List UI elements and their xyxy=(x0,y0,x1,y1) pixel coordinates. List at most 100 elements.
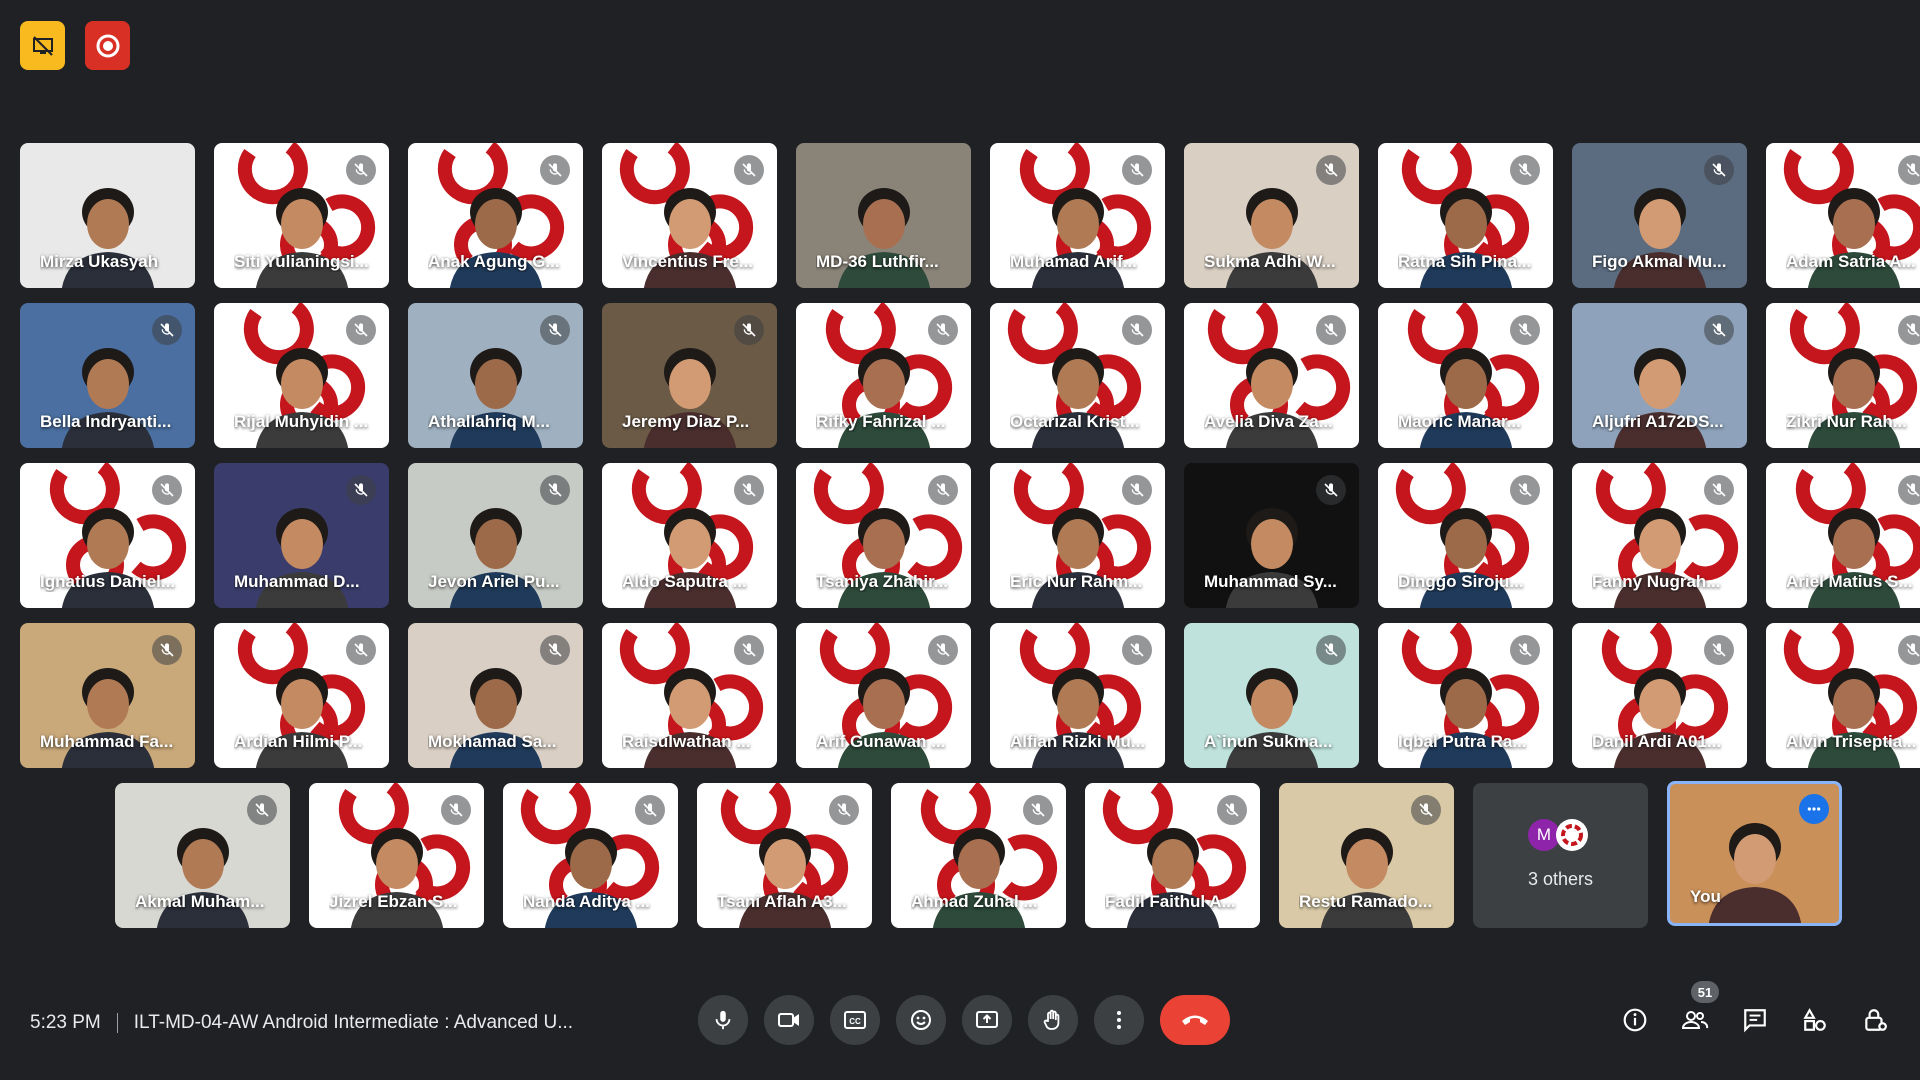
participant-name: Nanda Aditya ... xyxy=(523,892,650,911)
mic-off-glyph xyxy=(1712,163,1726,177)
participant-face xyxy=(86,359,129,409)
mic-off-icon xyxy=(346,155,376,185)
participant-tile[interactable]: Rifky Fahrizal ... xyxy=(796,303,971,448)
participant-name: MD-36 Luthfir... xyxy=(816,252,939,271)
participant-tile[interactable]: Jevon Ariel Pu... xyxy=(408,463,583,608)
mic-off-icon xyxy=(540,315,570,345)
participant-grid: Mirza Ukasyah Siti Yulianingsi... Anak Agu… xyxy=(0,0,1920,1000)
mic-off-glyph xyxy=(1712,323,1726,337)
participant-tile[interactable]: Rijal Muhyidin ... xyxy=(214,303,389,448)
mic-off-icon xyxy=(1411,795,1441,825)
participant-tile[interactable]: Restu Ramado... xyxy=(1279,783,1454,928)
participant-tile[interactable]: Muhamad Arif... xyxy=(990,143,1165,288)
camera-button[interactable] xyxy=(764,995,814,1045)
participant-tile[interactable]: Mirza Ukasyah xyxy=(20,143,195,288)
participant-tile[interactable]: Ratna Sih Pina... xyxy=(1378,143,1553,288)
present-button[interactable] xyxy=(962,995,1012,1045)
host-controls-button[interactable] xyxy=(1850,995,1900,1045)
participant-tile[interactable]: A`inun Sukma... xyxy=(1184,623,1359,768)
participant-tile[interactable]: Sukma Adhi W... xyxy=(1184,143,1359,288)
participant-name: Aldo Saputra ... xyxy=(622,572,747,591)
bottom-bar: 5:23 PM ILT-MD-04-AW Android Intermediat… xyxy=(0,970,1920,1080)
participant-face xyxy=(1733,834,1776,884)
others-tile[interactable]: M 3 others xyxy=(1473,783,1648,928)
hang-up-button[interactable] xyxy=(1160,995,1230,1045)
meeting-title[interactable]: ILT-MD-04-AW Android Intermediate : Adva… xyxy=(134,1012,573,1034)
participant-tile[interactable]: Muhammad Sy... xyxy=(1184,463,1359,608)
participant-tile[interactable]: Bella Indryanti... xyxy=(20,303,195,448)
participant-tile[interactable]: MD-36 Luthfir... xyxy=(796,143,971,288)
participant-face xyxy=(86,679,129,729)
participant-name: Sukma Adhi W... xyxy=(1204,252,1336,271)
participant-tile[interactable]: Fanny Nugrah... xyxy=(1572,463,1747,608)
raise-hand-icon xyxy=(1043,1009,1060,1030)
chat-button[interactable] xyxy=(1730,995,1780,1045)
participant-name: Alvin Triseptia... xyxy=(1786,732,1917,751)
mic-off-icon xyxy=(346,475,376,505)
participant-tile[interactable]: Avelia Diva Za... xyxy=(1184,303,1359,448)
mic-off-icon xyxy=(1510,475,1540,505)
meeting-details-button[interactable] xyxy=(1610,995,1660,1045)
participant-tile[interactable]: Tsani Aflah A3... xyxy=(697,783,872,928)
participant-tile[interactable]: Iqbal Putra Ra... xyxy=(1378,623,1553,768)
emoji-button[interactable] xyxy=(896,995,946,1045)
participant-tile[interactable]: Ardian Hilmi P... xyxy=(214,623,389,768)
participant-tile[interactable]: Raisulwathan ... xyxy=(602,623,777,768)
participant-face xyxy=(1444,679,1487,729)
participant-tile[interactable]: Fadil Faithul A... xyxy=(1085,783,1260,928)
participant-tile[interactable]: Aldo Saputra ... xyxy=(602,463,777,608)
captions-button[interactable]: CC xyxy=(830,995,880,1045)
participant-tile[interactable]: Ariel Matius S... xyxy=(1766,463,1920,608)
participant-tile[interactable]: Zikri Nur Rah... xyxy=(1766,303,1920,448)
participant-face xyxy=(1345,839,1388,889)
activities-button[interactable] xyxy=(1790,995,1840,1045)
participant-face xyxy=(1638,519,1681,569)
participant-tile[interactable]: Jeremy Diaz P... xyxy=(602,303,777,448)
participant-tile[interactable]: Muhammad D... xyxy=(214,463,389,608)
participant-tile[interactable]: Aljufri A172DS... xyxy=(1572,303,1747,448)
more-options-button[interactable] xyxy=(1094,995,1144,1045)
participant-name: Ariel Matius S... xyxy=(1786,572,1913,591)
participant-tile[interactable]: Tsaniya Zhahir... xyxy=(796,463,971,608)
participant-tile[interactable]: Vincentius Fre... xyxy=(602,143,777,288)
participant-tile[interactable]: Muhammad Fa... xyxy=(20,623,195,768)
participant-face xyxy=(668,519,711,569)
participant-tile[interactable]: Athallahriq M... xyxy=(408,303,583,448)
participant-tile[interactable]: Danil Ardi A01... xyxy=(1572,623,1747,768)
participant-tile[interactable]: Nanda Aditya ... xyxy=(503,783,678,928)
raise-hand-button[interactable] xyxy=(1028,995,1078,1045)
mic-off-icon xyxy=(928,475,958,505)
mic-off-icon xyxy=(1217,795,1247,825)
participant-tile[interactable]: Eric Nur Rahm... xyxy=(990,463,1165,608)
participant-name: Avelia Diva Za... xyxy=(1204,412,1333,431)
participant-tile[interactable]: Mokhamad Sa... xyxy=(408,623,583,768)
participant-face xyxy=(1638,199,1681,249)
participant-tile[interactable]: Siti Yulianingsi... xyxy=(214,143,389,288)
mic-off-icon xyxy=(441,795,471,825)
participant-tile[interactable]: Alvin Triseptia... xyxy=(1766,623,1920,768)
people-button[interactable]: 51 xyxy=(1670,981,1720,1045)
participant-name: Siti Yulianingsi... xyxy=(234,252,369,271)
participant-name: Mirza Ukasyah xyxy=(40,252,159,271)
participant-tile[interactable]: Jizrel Ebzan S... xyxy=(309,783,484,928)
participant-tile[interactable]: Octarizal Krist... xyxy=(990,303,1165,448)
mic-off-glyph xyxy=(1324,483,1338,497)
participant-tile[interactable]: Figo Akmal Mu... xyxy=(1572,143,1747,288)
participant-tile[interactable]: Akmal Muham... xyxy=(115,783,290,928)
participant-tile[interactable]: Adam Satria A... xyxy=(1766,143,1920,288)
hang-up-icon xyxy=(1182,1015,1208,1025)
participant-tile[interactable]: Ignatius Daniel... xyxy=(20,463,195,608)
participant-tile[interactable]: Dinggo Siroju... xyxy=(1378,463,1553,608)
mic-button[interactable] xyxy=(698,995,748,1045)
participant-tile[interactable]: Anak Agung G... xyxy=(408,143,583,288)
participant-tile[interactable]: Maoric Manar... xyxy=(1378,303,1553,448)
mic-off-icon xyxy=(734,155,764,185)
self-more-options-icon[interactable] xyxy=(1799,794,1829,824)
participant-tile[interactable]: Alfian Rizki Mu... xyxy=(990,623,1165,768)
mic-off-glyph xyxy=(1518,163,1532,177)
participant-tile[interactable]: Ahmad Zuhal ... xyxy=(891,783,1066,928)
participant-tile[interactable]: Arif Gunawan ... xyxy=(796,623,971,768)
participant-video xyxy=(1708,823,1801,923)
self-view-tile[interactable]: You xyxy=(1667,781,1842,926)
mic-off-glyph xyxy=(160,483,174,497)
